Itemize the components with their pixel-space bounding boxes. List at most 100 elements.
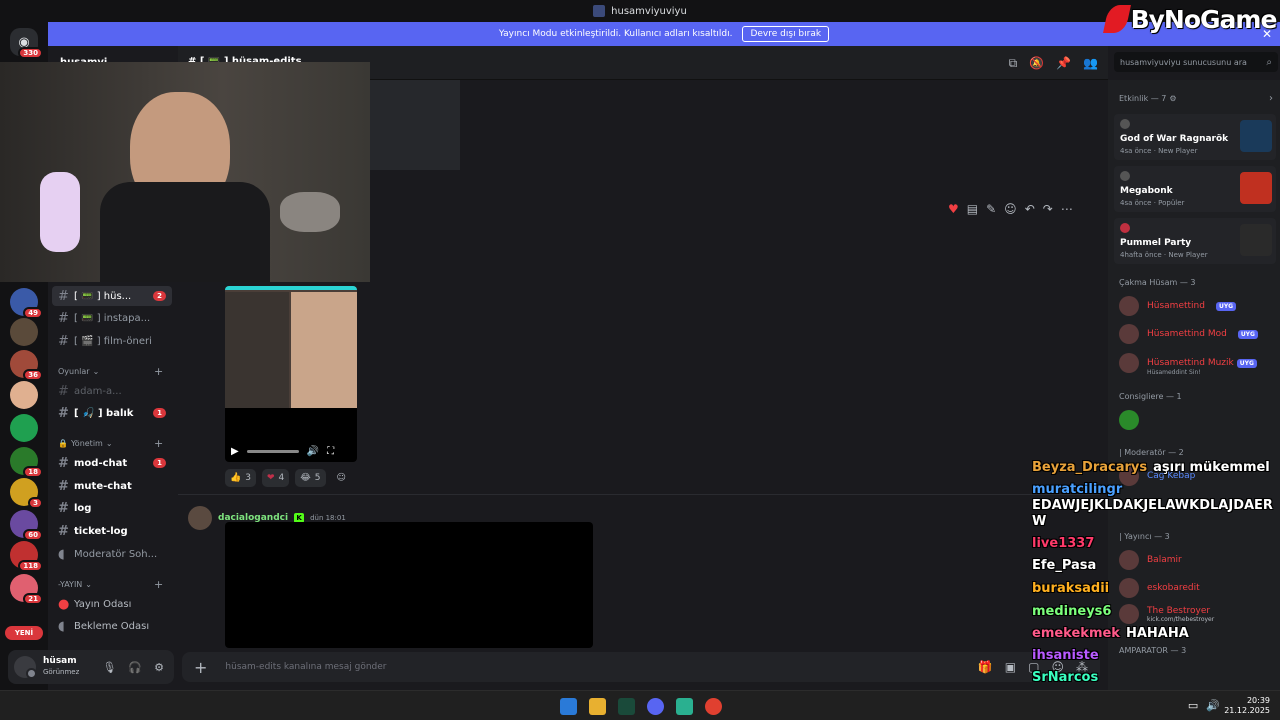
voice-bekleme-odasi[interactable]: ◖ Bekleme Odası bbox=[52, 616, 172, 636]
server-icon[interactable]: 60 bbox=[10, 510, 43, 541]
chevron-down-icon: ⌄ bbox=[85, 580, 92, 589]
video-attachment[interactable]: ▶ 🔊 ⛶ bbox=[225, 286, 357, 462]
window-title: husamviyuviyu bbox=[0, 0, 1280, 22]
chrome-icon[interactable] bbox=[705, 698, 722, 715]
flag-icon[interactable]: ▤ bbox=[967, 202, 978, 216]
heart-icon[interactable]: ♥ bbox=[948, 202, 959, 216]
volume-icon[interactable]: 🔊 bbox=[1206, 699, 1220, 712]
clock[interactable]: 20:39 21.12.2025 bbox=[1224, 696, 1270, 716]
add-channel-icon[interactable]: + bbox=[154, 365, 163, 378]
search-input[interactable]: husamviyuviyu sunucusunu ara ⌕ bbox=[1114, 52, 1278, 72]
member-item[interactable]: Hüsamettind Muzik UYG Hüsameddint Sin! bbox=[1119, 350, 1257, 376]
add-attachment-icon[interactable]: + bbox=[194, 658, 207, 677]
embed-image[interactable] bbox=[370, 80, 460, 170]
member-item[interactable] bbox=[1119, 410, 1139, 430]
app-badge: UYG bbox=[1215, 301, 1237, 311]
message-composer[interactable]: + hüsam-edits kanalına mesaj gönder 🎁 ▣ … bbox=[182, 652, 1100, 682]
user-info[interactable]: hüsam Görünmez bbox=[43, 656, 79, 678]
activity-card[interactable]: God of War Ragnarök 4sa önce · New Playe… bbox=[1114, 114, 1276, 160]
category-oyunlar[interactable]: Oyunlar ⌄ + bbox=[58, 365, 163, 378]
channel-ticket-log[interactable]: # ticket-log bbox=[52, 521, 172, 541]
microphone-icon[interactable]: 🎙 bbox=[102, 661, 116, 674]
activity-card[interactable]: Megabonk 4sa önce · Popüler bbox=[1114, 166, 1276, 212]
channel-balik[interactable]: # [ 🎣 ] balık 1 bbox=[52, 403, 172, 423]
server-icon[interactable] bbox=[10, 414, 38, 442]
channel-mute-chat[interactable]: # mute-chat bbox=[52, 476, 172, 496]
feather-icon[interactable]: ✎ bbox=[986, 202, 996, 216]
channel-adam-a[interactable]: # adam-a... bbox=[52, 381, 172, 401]
gift-icon[interactable]: 🎁 bbox=[978, 660, 993, 674]
server-badge: 118 bbox=[18, 560, 43, 572]
play-icon[interactable]: ▶ bbox=[231, 446, 239, 457]
server-icon[interactable]: 36 bbox=[10, 350, 43, 381]
activity-card[interactable]: Pummel Party 4hafta önce · New Player bbox=[1114, 218, 1276, 264]
direct-messages-button[interactable]: ◉ 330 bbox=[10, 28, 43, 59]
add-reaction-icon[interactable]: ☺ bbox=[332, 469, 351, 487]
server-icon[interactable]: 21 bbox=[10, 574, 43, 605]
gear-icon[interactable]: ⚙ bbox=[154, 661, 164, 674]
add-channel-icon[interactable]: + bbox=[154, 578, 163, 591]
voice-yayin-odasi[interactable]: ● Yayın Odası bbox=[52, 594, 172, 614]
message-time: dün 18:01 bbox=[310, 514, 346, 522]
more-icon[interactable]: ⋯ bbox=[1061, 202, 1073, 216]
server-icon[interactable] bbox=[10, 381, 38, 409]
add-reaction-icon[interactable]: ☺ bbox=[1004, 202, 1017, 216]
cat-image bbox=[280, 192, 340, 232]
reaction-heart[interactable]: ❤ 4 bbox=[261, 469, 290, 487]
channel-label: Bekleme Odası bbox=[74, 620, 150, 632]
reply-icon[interactable]: ↶ bbox=[1025, 202, 1035, 216]
webcam-overlay bbox=[0, 62, 370, 282]
game-thumbnail bbox=[1240, 224, 1272, 256]
add-channel-icon[interactable]: + bbox=[154, 437, 163, 450]
new-badge[interactable]: YENİ bbox=[5, 626, 43, 640]
headphones-icon[interactable]: 🎧 bbox=[128, 661, 142, 674]
video-progress[interactable] bbox=[246, 449, 299, 453]
category-yayin[interactable]: -YAYIN ⌄ + bbox=[58, 578, 163, 591]
reaction-thumbs[interactable]: 👍 3 bbox=[225, 469, 256, 487]
channel-label: mute-chat bbox=[74, 480, 132, 492]
server-icon[interactable]: 118 bbox=[10, 541, 43, 572]
channel-log[interactable]: # log bbox=[52, 498, 172, 518]
microphone-icon bbox=[40, 172, 80, 252]
avatar[interactable] bbox=[14, 656, 37, 679]
lock-icon: 🔒 bbox=[58, 439, 68, 448]
member-item[interactable]: Hüsamettind Mod UYG bbox=[1119, 324, 1258, 344]
fullscreen-icon[interactable]: ⛶ bbox=[327, 446, 334, 457]
channel-instapa[interactable]: # [ 📟 ] instapa... bbox=[52, 308, 172, 328]
server-icon[interactable]: 3 bbox=[10, 478, 43, 509]
server-icon[interactable] bbox=[10, 318, 38, 346]
forward-icon[interactable]: ↷ bbox=[1043, 202, 1053, 216]
bell-mute-icon[interactable]: 🔕 bbox=[1029, 56, 1044, 71]
terminal-icon[interactable] bbox=[618, 698, 635, 715]
activity-section[interactable]: Etkinlik — 7 ⚙ › bbox=[1119, 93, 1273, 104]
server-badge: 3 bbox=[28, 497, 43, 509]
app-badge: UYG bbox=[1237, 329, 1258, 339]
network-icon[interactable]: ▭ bbox=[1188, 699, 1198, 712]
channel-mod-chat[interactable]: # mod-chat 1 bbox=[52, 453, 172, 473]
start-icon[interactable] bbox=[560, 698, 577, 715]
members-icon[interactable]: 👥 bbox=[1083, 56, 1098, 71]
role-header: Çakma Hüsam — 3 bbox=[1119, 278, 1196, 287]
reaction-laugh[interactable]: 😂 5 bbox=[295, 469, 326, 487]
server-icon[interactable]: 49 bbox=[10, 288, 43, 319]
category-yonetim[interactable]: 🔒 Yönetim ⌄ + bbox=[58, 437, 163, 450]
disable-button[interactable]: Devre dışı bırak bbox=[742, 26, 830, 42]
voice-moderator-soh[interactable]: ◖ Moderatör Soh... bbox=[52, 544, 172, 564]
hash-icon: # bbox=[58, 405, 69, 421]
server-icon[interactable]: 18 bbox=[10, 447, 43, 478]
threads-icon[interactable]: ⧉ bbox=[1009, 56, 1018, 71]
channel-label: adam-a... bbox=[74, 385, 122, 397]
channel-label: log bbox=[74, 502, 92, 514]
gif-icon[interactable]: ▣ bbox=[1005, 660, 1016, 674]
folder-icon[interactable] bbox=[589, 698, 606, 715]
video-attachment[interactable] bbox=[225, 522, 593, 648]
app-icon[interactable] bbox=[676, 698, 693, 715]
member-item[interactable]: Hüsamettind UYG bbox=[1119, 296, 1237, 316]
channel-film-oneri[interactable]: # [ 🎬 ] film-öneri bbox=[52, 331, 172, 351]
volume-icon[interactable]: 🔊 bbox=[307, 446, 319, 457]
chat-line: ihsaniste bbox=[1032, 648, 1099, 663]
pin-icon[interactable]: 📌 bbox=[1056, 56, 1071, 71]
discord-icon[interactable] bbox=[647, 698, 664, 715]
avatar[interactable] bbox=[188, 506, 212, 530]
channel-husam-edits[interactable]: # [ 📟 ] hüs... 2 bbox=[52, 286, 172, 306]
